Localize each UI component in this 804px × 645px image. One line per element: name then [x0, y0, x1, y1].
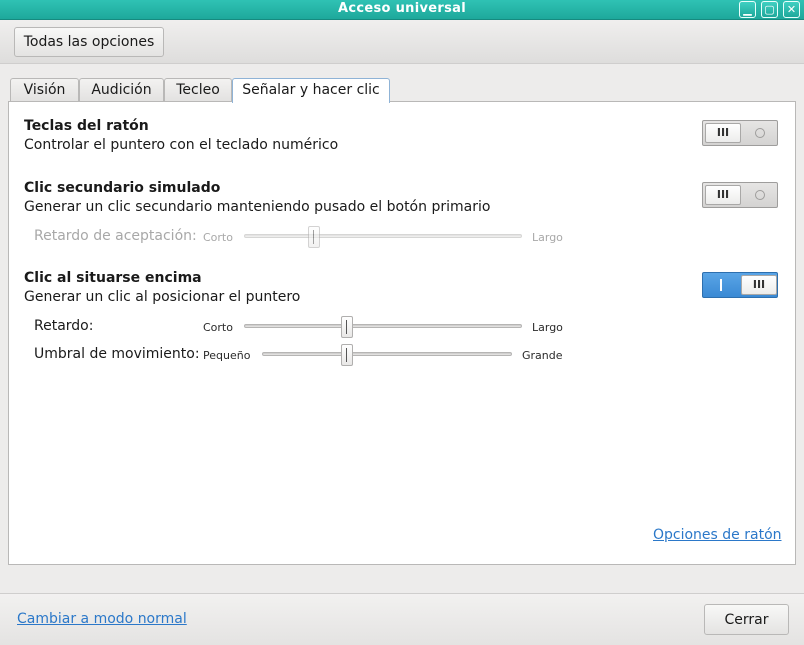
- tab-audicion[interactable]: Audición: [79, 78, 164, 102]
- toolbar: Todas las opciones: [0, 20, 804, 64]
- motion-threshold-max-label: Grande: [522, 349, 563, 362]
- secondary-click-description: Generar un clic secundario manteniendo p…: [24, 199, 491, 215]
- delay-max-label: Largo: [532, 321, 563, 334]
- tab-vision[interactable]: Visión: [10, 78, 79, 102]
- mouse-keys-title: Teclas del ratón: [24, 118, 149, 134]
- on-bar-icon: [720, 279, 722, 291]
- switch-knob: III: [741, 275, 777, 295]
- title-bar: Acceso universal ▁ ▢ ✕: [0, 0, 804, 20]
- acceptance-delay-max-label: Largo: [532, 231, 563, 244]
- tab-tecleo[interactable]: Tecleo: [164, 78, 232, 102]
- close-button[interactable]: Cerrar: [704, 604, 789, 635]
- mouse-options-link[interactable]: Opciones de ratón: [653, 527, 782, 543]
- hover-click-description: Generar un clic al posicionar el puntero: [24, 289, 301, 305]
- motion-threshold-slider[interactable]: [262, 352, 512, 356]
- minimize-icon[interactable]: ▁: [739, 1, 756, 18]
- maximize-icon[interactable]: ▢: [761, 1, 778, 18]
- secondary-click-switch[interactable]: III: [702, 182, 778, 208]
- delay-label: Retardo:: [34, 318, 94, 334]
- acceptance-delay-slider-thumb[interactable]: [307, 226, 320, 248]
- hover-click-title: Clic al situarse encima: [24, 270, 202, 286]
- close-icon[interactable]: ✕: [783, 1, 800, 18]
- acceptance-delay-label: Retardo de aceptación:: [34, 228, 197, 244]
- delay-slider-thumb[interactable]: [340, 316, 353, 338]
- tab-panel: [8, 101, 796, 565]
- mouse-keys-switch[interactable]: III: [702, 120, 778, 146]
- motion-threshold-min-label: Pequeño: [203, 349, 251, 362]
- delay-slider[interactable]: [244, 324, 522, 328]
- hover-click-switch[interactable]: III: [702, 272, 778, 298]
- delay-min-label: Corto: [203, 321, 233, 334]
- all-settings-button[interactable]: Todas las opciones: [14, 27, 164, 57]
- secondary-click-title: Clic secundario simulado: [24, 180, 221, 196]
- switch-knob: III: [705, 123, 741, 143]
- mouse-keys-description: Controlar el puntero con el teclado numé…: [24, 137, 339, 153]
- window-title: Acceso universal: [338, 1, 466, 16]
- acceptance-delay-slider[interactable]: [244, 234, 522, 238]
- tab-senalar-y-hacer-clic[interactable]: Señalar y hacer clic: [232, 78, 390, 103]
- footer: Cambiar a modo normal Cerrar: [0, 593, 804, 645]
- switch-knob: III: [705, 185, 741, 205]
- normal-mode-link[interactable]: Cambiar a modo normal: [17, 611, 187, 627]
- motion-threshold-slider-thumb[interactable]: [341, 344, 353, 366]
- motion-threshold-label: Umbral de movimiento:: [34, 346, 200, 362]
- off-circle-icon: [755, 190, 765, 200]
- acceptance-delay-min-label: Corto: [203, 231, 233, 244]
- off-circle-icon: [755, 128, 765, 138]
